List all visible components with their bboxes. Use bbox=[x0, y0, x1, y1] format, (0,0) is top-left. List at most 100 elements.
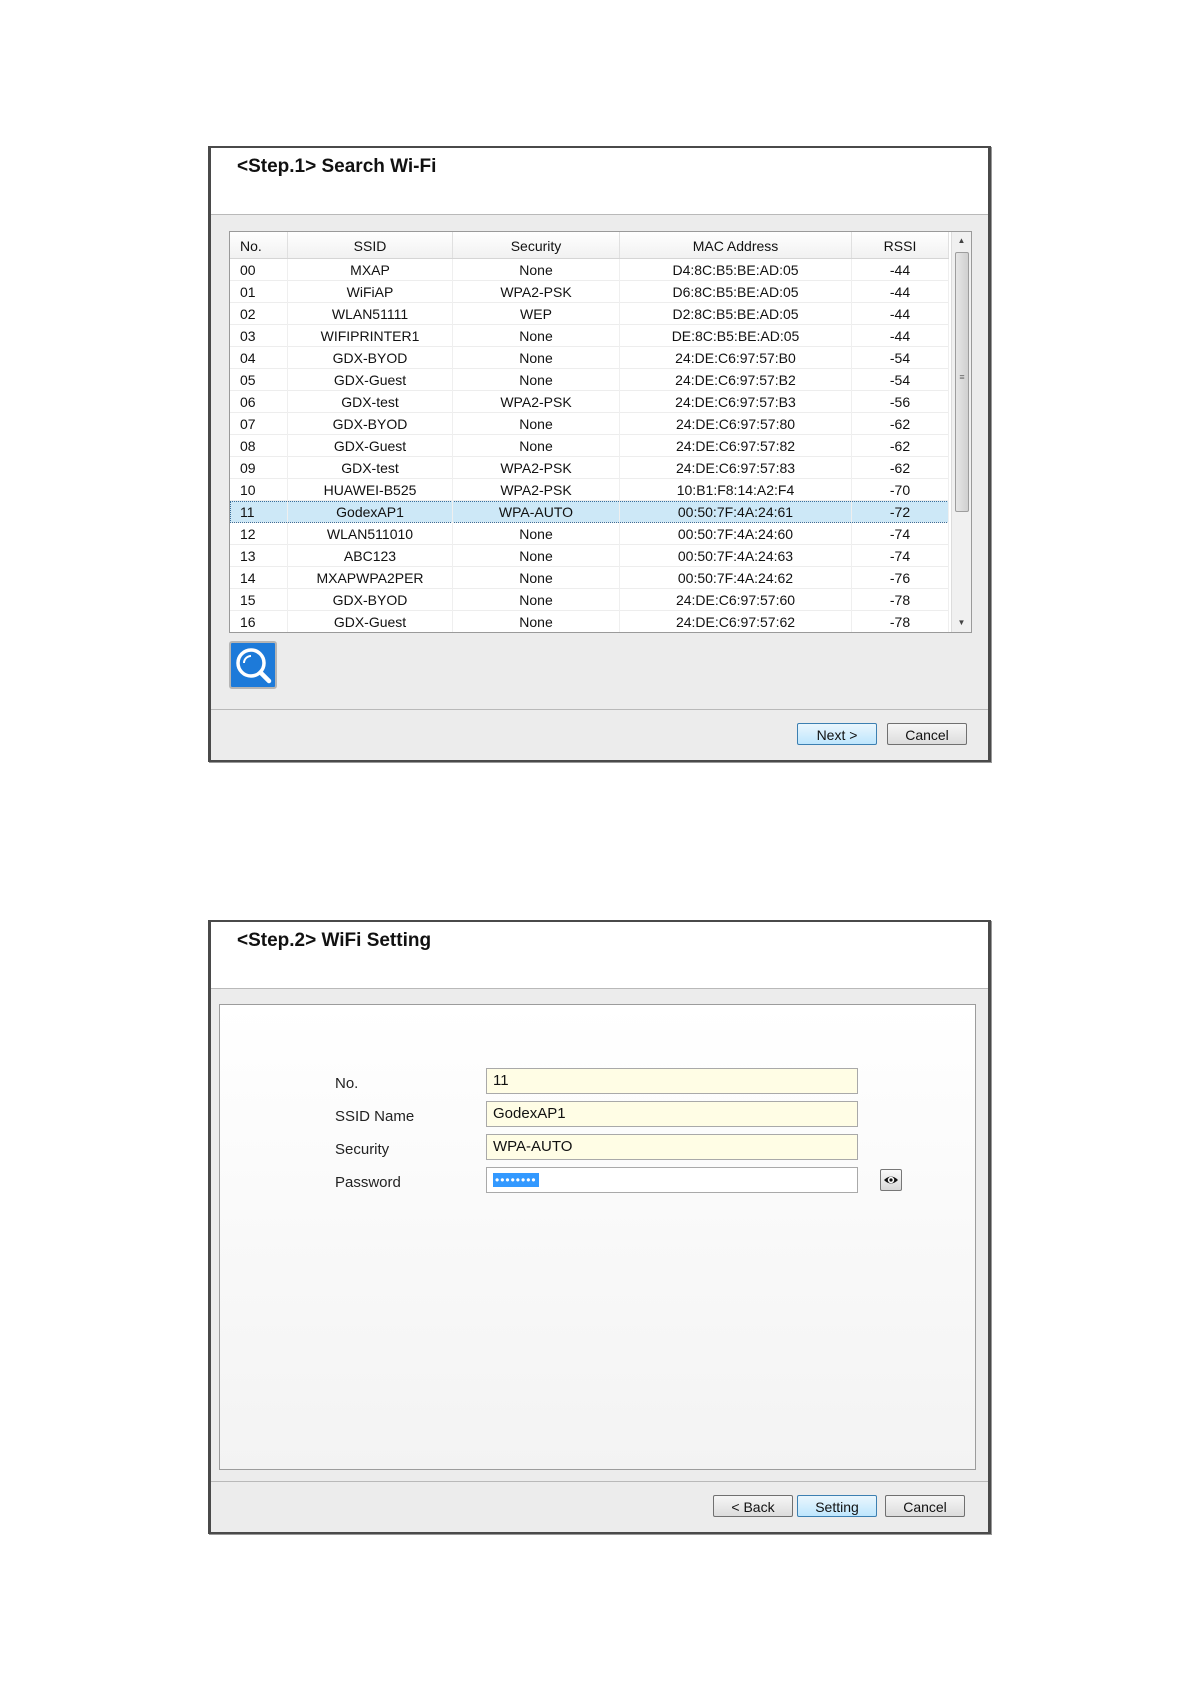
cell-rssi: -70 bbox=[852, 479, 949, 501]
cancel-button[interactable]: Cancel bbox=[887, 723, 967, 745]
scroll-down-arrow-icon[interactable]: ▼ bbox=[952, 614, 971, 632]
cell-no: 11 bbox=[230, 501, 288, 523]
cell-rssi: -44 bbox=[852, 303, 949, 325]
cell-security: None bbox=[453, 523, 620, 545]
cell-security: None bbox=[453, 325, 620, 347]
cell-security: WPA2-PSK bbox=[453, 457, 620, 479]
cell-no: 10 bbox=[230, 479, 288, 501]
cell-mac-address: 24:DE:C6:97:57:B0 bbox=[620, 347, 852, 369]
column-header-no[interactable]: No. bbox=[230, 232, 288, 258]
scrollbar-thumb[interactable]: ≡ bbox=[955, 252, 969, 512]
cell-security: None bbox=[453, 545, 620, 567]
cell-no: 04 bbox=[230, 347, 288, 369]
cancel-button[interactable]: Cancel bbox=[885, 1495, 965, 1517]
cell-rssi: -44 bbox=[852, 325, 949, 347]
table-row[interactable]: 09 GDX-test WPA2-PSK 24:DE:C6:97:57:83 -62 bbox=[230, 457, 949, 479]
cell-no: 02 bbox=[230, 303, 288, 325]
cell-ssid: WLAN51111 bbox=[288, 303, 453, 325]
cell-rssi: -72 bbox=[852, 501, 949, 523]
cell-rssi: -62 bbox=[852, 435, 949, 457]
cell-ssid: MXAP bbox=[288, 259, 453, 281]
show-password-button[interactable] bbox=[880, 1169, 902, 1191]
cell-ssid: GDX-BYOD bbox=[288, 589, 453, 611]
cell-rssi: -62 bbox=[852, 413, 949, 435]
column-header-ssid[interactable]: SSID bbox=[288, 232, 453, 258]
table-row[interactable]: 07 GDX-BYOD None 24:DE:C6:97:57:80 -62 bbox=[230, 413, 949, 435]
table-row[interactable]: 12 WLAN511010 None 00:50:7F:4A:24:60 -74 bbox=[230, 523, 949, 545]
cell-mac-address: 24:DE:C6:97:57:83 bbox=[620, 457, 852, 479]
table-row[interactable]: 08 GDX-Guest None 24:DE:C6:97:57:82 -62 bbox=[230, 435, 949, 457]
cell-mac-address: 24:DE:C6:97:57:80 bbox=[620, 413, 852, 435]
table-row[interactable]: 11 GodexAP1 WPA-AUTO 00:50:7F:4A:24:61 -72 bbox=[230, 501, 949, 523]
cell-mac-address: 00:50:7F:4A:24:60 bbox=[620, 523, 852, 545]
cell-security: WPA2-PSK bbox=[453, 281, 620, 303]
cell-rssi: -76 bbox=[852, 567, 949, 589]
table-row[interactable]: 04 GDX-BYOD None 24:DE:C6:97:57:B0 -54 bbox=[230, 347, 949, 369]
column-header-security[interactable]: Security bbox=[453, 232, 620, 258]
column-header-rssi[interactable]: RSSI bbox=[852, 232, 949, 258]
cell-mac-address: 00:50:7F:4A:24:61 bbox=[620, 501, 852, 523]
table-row[interactable]: 01 WiFiAP WPA2-PSK D6:8C:B5:BE:AD:05 -44 bbox=[230, 281, 949, 303]
cell-mac-address: D6:8C:B5:BE:AD:05 bbox=[620, 281, 852, 303]
search-wifi-dialog: <Step.1> Search Wi-Fi No. SSID Security … bbox=[208, 146, 991, 762]
back-button[interactable]: < Back bbox=[713, 1495, 793, 1517]
table-row[interactable]: 15 GDX-BYOD None 24:DE:C6:97:57:60 -78 bbox=[230, 589, 949, 611]
cell-no: 15 bbox=[230, 589, 288, 611]
search-button[interactable] bbox=[229, 641, 277, 689]
cell-ssid: GDX-Guest bbox=[288, 611, 453, 632]
cell-no: 05 bbox=[230, 369, 288, 391]
cell-rssi: -44 bbox=[852, 259, 949, 281]
password-field[interactable]: •••••••• bbox=[486, 1167, 858, 1193]
wifi-table: No. SSID Security MAC Address RSSI 00 MXA… bbox=[229, 231, 972, 633]
cell-security: WPA2-PSK bbox=[453, 479, 620, 501]
cell-ssid: GDX-BYOD bbox=[288, 347, 453, 369]
no-label: No. bbox=[335, 1075, 359, 1092]
cell-no: 13 bbox=[230, 545, 288, 567]
cell-security: None bbox=[453, 435, 620, 457]
cell-rssi: -54 bbox=[852, 347, 949, 369]
table-header: No. SSID Security MAC Address RSSI bbox=[230, 232, 949, 259]
table-body: 00 MXAP None D4:8C:B5:BE:AD:05 -44 01 WiFiAP WP… bbox=[230, 259, 949, 632]
cell-rssi: -44 bbox=[852, 281, 949, 303]
scroll-up-arrow-icon[interactable]: ▲ bbox=[952, 232, 971, 250]
cell-no: 12 bbox=[230, 523, 288, 545]
table-row[interactable]: 06 GDX-test WPA2-PSK 24:DE:C6:97:57:B3 -56 bbox=[230, 391, 949, 413]
dialog-header: <Step.2> WiFi Setting bbox=[211, 922, 988, 989]
no-field[interactable]: 11 bbox=[486, 1068, 858, 1094]
cell-ssid: GDX-test bbox=[288, 457, 453, 479]
cell-mac-address: 24:DE:C6:97:57:62 bbox=[620, 611, 852, 632]
table-row[interactable]: 14 MXAPWPA2PER None 00:50:7F:4A:24:62 -76 bbox=[230, 567, 949, 589]
cell-no: 01 bbox=[230, 281, 288, 303]
table-row[interactable]: 05 GDX-Guest None 24:DE:C6:97:57:B2 -54 bbox=[230, 369, 949, 391]
cell-ssid: ABC123 bbox=[288, 545, 453, 567]
cell-ssid: GodexAP1 bbox=[288, 501, 453, 523]
cell-rssi: -54 bbox=[852, 369, 949, 391]
table-row[interactable]: 00 MXAP None D4:8C:B5:BE:AD:05 -44 bbox=[230, 259, 949, 281]
cell-rssi: -78 bbox=[852, 611, 949, 632]
cell-ssid: WLAN511010 bbox=[288, 523, 453, 545]
cell-mac-address: 24:DE:C6:97:57:60 bbox=[620, 589, 852, 611]
cell-security: None bbox=[453, 413, 620, 435]
vertical-scrollbar[interactable]: ▲ ≡ ▼ bbox=[951, 232, 971, 632]
setting-button[interactable]: Setting bbox=[797, 1495, 877, 1517]
cell-no: 16 bbox=[230, 611, 288, 632]
cell-ssid: GDX-Guest bbox=[288, 435, 453, 457]
cell-mac-address: 10:B1:F8:14:A2:F4 bbox=[620, 479, 852, 501]
security-field[interactable]: WPA-AUTO bbox=[486, 1134, 858, 1160]
table-row[interactable]: 03 WIFIPRINTER1 None DE:8C:B5:BE:AD:05 -44 bbox=[230, 325, 949, 347]
cell-mac-address: 24:DE:C6:97:57:B3 bbox=[620, 391, 852, 413]
table-row[interactable]: 13 ABC123 None 00:50:7F:4A:24:63 -74 bbox=[230, 545, 949, 567]
table-row[interactable]: 16 GDX-Guest None 24:DE:C6:97:57:62 -78 bbox=[230, 611, 949, 632]
table-row[interactable]: 10 HUAWEI-B525 WPA2-PSK 10:B1:F8:14:A2:F4 -7… bbox=[230, 479, 949, 501]
dialog-footer: < Back Setting Cancel bbox=[211, 1481, 988, 1532]
cell-mac-address: 24:DE:C6:97:57:B2 bbox=[620, 369, 852, 391]
ssid-name-field[interactable]: GodexAP1 bbox=[486, 1101, 858, 1127]
cell-security: None bbox=[453, 259, 620, 281]
table-row[interactable]: 02 WLAN51111 WEP D2:8C:B5:BE:AD:05 -44 bbox=[230, 303, 949, 325]
next-button[interactable]: Next > bbox=[797, 723, 877, 745]
cell-ssid: WiFiAP bbox=[288, 281, 453, 303]
cell-no: 06 bbox=[230, 391, 288, 413]
cell-mac-address: 00:50:7F:4A:24:63 bbox=[620, 545, 852, 567]
column-header-mac-address[interactable]: MAC Address bbox=[620, 232, 852, 258]
cell-security: None bbox=[453, 567, 620, 589]
